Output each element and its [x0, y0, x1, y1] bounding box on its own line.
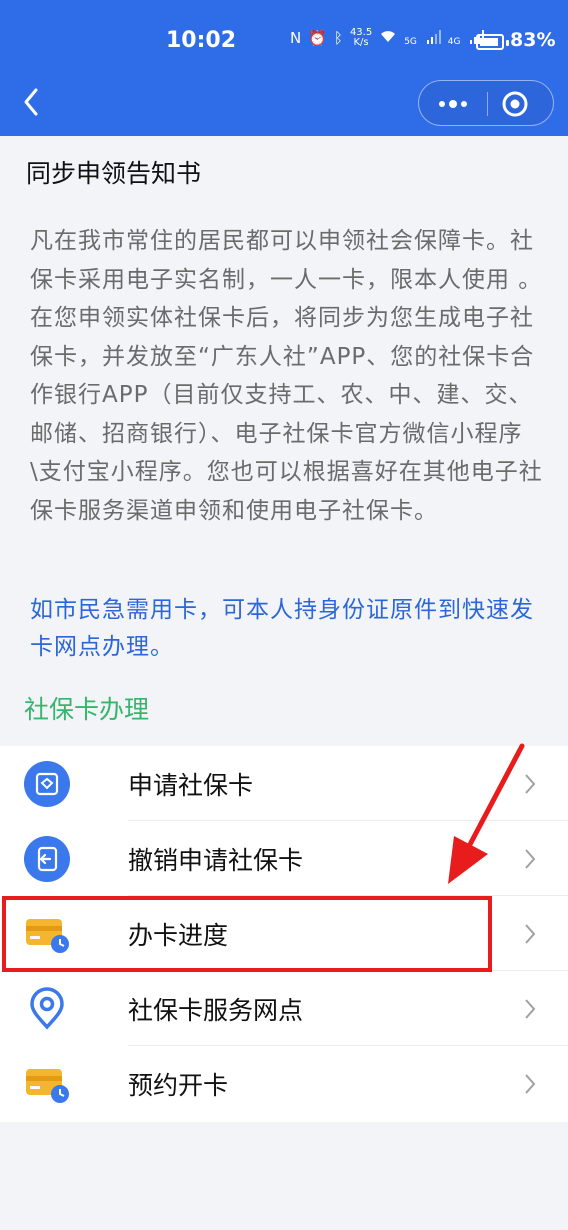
- chevron-right-icon: [525, 999, 536, 1019]
- miniprogram-capsule: [418, 80, 554, 126]
- network-speed: 43.5 K/s: [349, 27, 373, 48]
- chevron-right-icon: [525, 1074, 536, 1094]
- menu-label: 申请社保卡: [128, 771, 254, 800]
- bluetooth-icon: ᛒ: [333, 29, 343, 47]
- status-time: 10:02: [166, 28, 237, 53]
- revoke-icon: [24, 836, 70, 882]
- highlight-box: [2, 896, 492, 972]
- location-pin-icon: [30, 987, 64, 1030]
- section-title: 社保卡办理: [24, 695, 150, 724]
- status-icons: N ⏰ ᛒ 43.5 K/s 5G 4G: [290, 28, 491, 48]
- menu-label: 预约开卡: [128, 1071, 229, 1100]
- more-button[interactable]: [433, 93, 473, 115]
- status-bar: 10:02 N ⏰ ᛒ 43.5 K/s 5G 4G 83%: [0, 0, 568, 80]
- signal-5g-icon: 5G: [404, 29, 441, 47]
- battery-icon: [476, 34, 509, 50]
- back-button[interactable]: [16, 84, 48, 120]
- battery-percent: 83%: [510, 29, 556, 51]
- notice-section: 同步申领告知书 凡在我市常住的居民都可以申领社会保障卡。社保卡采用电子实名制，一…: [0, 136, 568, 746]
- close-button[interactable]: [501, 90, 529, 118]
- urgent-tip: 如市民急需用卡，可本人持身份证原件到快速发卡网点办理。: [30, 597, 534, 660]
- notice-body: 凡在我市常住的居民都可以申领社会保障卡。社保卡采用电子实名制，一人一卡，限本人使…: [30, 228, 543, 524]
- target-close-icon: [502, 91, 528, 117]
- notice-title: 同步申领告知书: [26, 159, 202, 188]
- nfc-icon: N: [290, 29, 302, 47]
- menu-item-appointment[interactable]: 预约开卡: [0, 1046, 568, 1121]
- menu-item-service-points[interactable]: 社保卡服务网点: [0, 971, 568, 1046]
- wifi-icon: [379, 28, 397, 48]
- top-bar: 10:02 N ⏰ ᛒ 43.5 K/s 5G 4G 83%: [0, 0, 568, 136]
- chevron-left-icon: [24, 88, 38, 116]
- more-dots-icon: [439, 100, 467, 108]
- menu-label: 社保卡服务网点: [128, 996, 304, 1025]
- alarm-icon: ⏰: [308, 29, 327, 47]
- chevron-right-icon: [525, 924, 536, 944]
- menu-label: 撤销申请社保卡: [128, 846, 304, 875]
- appointment-card-icon: [26, 1069, 69, 1103]
- annotation-arrow-icon: [448, 743, 525, 884]
- apply-card-icon: [24, 761, 70, 807]
